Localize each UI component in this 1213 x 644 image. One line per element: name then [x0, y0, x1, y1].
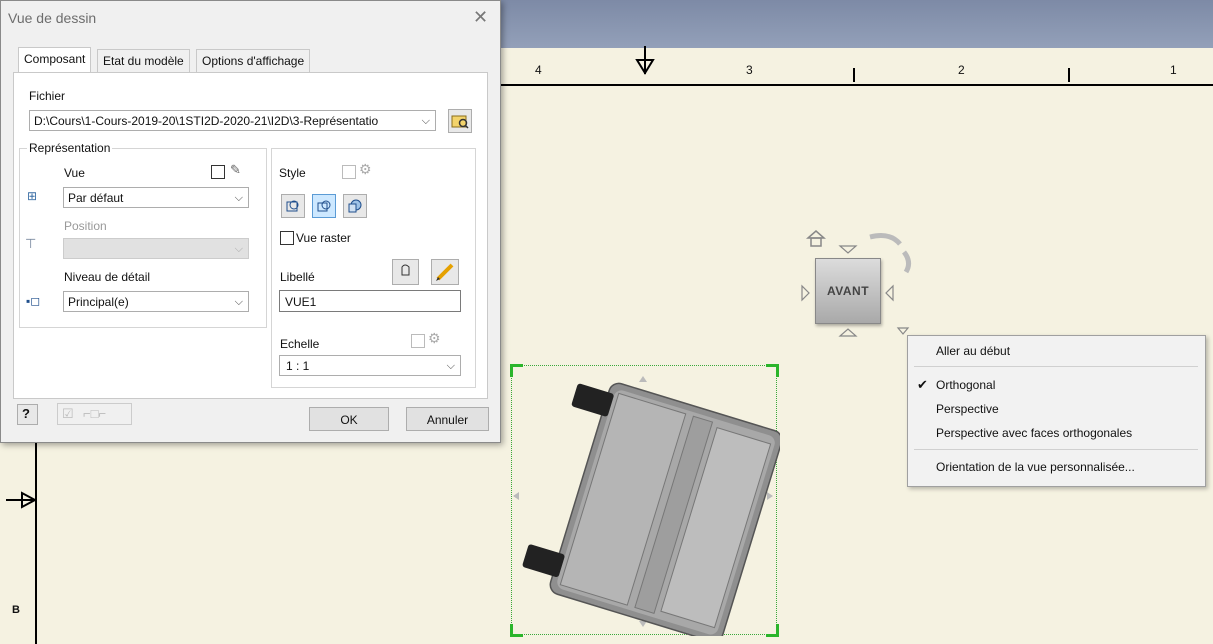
tab-composant[interactable]: Composant [18, 47, 92, 73]
position-label: Position [64, 219, 107, 233]
position-select[interactable]: ⌵ [63, 238, 249, 259]
vue-value: Par défaut [68, 191, 124, 205]
shaded-icon [348, 199, 362, 213]
part-model-render[interactable] [505, 366, 780, 636]
checkmark-icon: ☑ [62, 406, 74, 421]
file-path-value: D:\Cours\1-Cours-2019-20\1STI2D-2020-21\… [34, 114, 379, 128]
drawing-view-dialog: Vue de dessin ✕ Composant Etat du modèle… [0, 0, 501, 443]
detail-level-value: Principal(e) [68, 295, 129, 309]
glasses-icon: ⌐□⌐ [83, 406, 107, 421]
position-rep-icon: ⊤ [25, 236, 37, 251]
preview-toggle-button[interactable]: ☑ ⌐□⌐ [57, 403, 132, 425]
viewcube[interactable]: AVANT [815, 258, 881, 324]
style-hidden-lines-removed-button[interactable] [312, 194, 336, 218]
label-input-value: VUE1 [285, 295, 317, 309]
check-icon: ✔ [917, 377, 928, 392]
menu-item-perspective-ortho-faces[interactable]: Perspective avec faces orthogonales [936, 426, 1132, 440]
menu-item-orthogonal[interactable]: Orthogonal [936, 378, 995, 392]
style-label: Style [279, 166, 306, 180]
style-hidden-lines-button[interactable] [281, 194, 305, 218]
scale-link-icon: ⚙ [428, 330, 441, 346]
raster-view-label: Vue raster [296, 231, 351, 245]
menu-separator [914, 449, 1198, 450]
edit-label-button[interactable] [431, 259, 459, 285]
ruler-label-2: 2 [958, 63, 965, 77]
ruler-label-4: 4 [535, 63, 542, 77]
view-rep-icon: ⊞ [27, 189, 38, 203]
pencil-icon [436, 263, 454, 281]
side-center-mark-icon [6, 491, 38, 509]
scale-value: 1 : 1 [286, 359, 310, 373]
vue-select[interactable]: Par défaut ⌵ [63, 187, 249, 208]
folder-search-icon [451, 115, 469, 129]
style-link-icon: ⚙ [359, 161, 372, 177]
detail-level-label: Niveau de détail [64, 270, 151, 284]
tab-panel: Fichier D:\Cours\1-Cours-2019-20\1STI2D-… [13, 72, 488, 399]
help-button[interactable]: ? [17, 404, 38, 425]
cancel-button[interactable]: Annuler [406, 407, 489, 431]
scale-select[interactable]: 1 : 1 ⌵ [279, 355, 461, 376]
file-path-select[interactable]: D:\Cours\1-Cours-2019-20\1STI2D-2020-21\… [29, 110, 436, 131]
link-icon: ✎ [230, 162, 241, 177]
arrow-left-icon [801, 284, 810, 302]
home-icon [806, 230, 826, 247]
detail-level-select[interactable]: Principal(e) ⌵ [63, 291, 249, 312]
vue-associative-checkbox[interactable] [211, 165, 225, 179]
ruler-label-3: 3 [746, 63, 753, 77]
dialog-title: Vue de dessin [8, 10, 97, 26]
file-label: Fichier [29, 89, 66, 103]
arrow-bottom-icon [838, 328, 858, 337]
ok-button[interactable]: OK [309, 407, 389, 431]
lightbulb-icon [401, 264, 410, 276]
vue-label: Vue [64, 166, 85, 180]
label-visibility-button[interactable] [392, 259, 419, 285]
menu-item-home[interactable]: Aller au début [936, 344, 1010, 358]
sheet-zone-letter: B [12, 604, 20, 616]
ruler-tick [1068, 68, 1070, 82]
viewcube-context-menu: Aller au début ✔ Orthogonal Perspective … [907, 335, 1206, 487]
scale-associative-checkbox[interactable] [411, 334, 425, 348]
viewcube-menu-icon [896, 327, 910, 335]
raster-view-checkbox[interactable] [280, 231, 294, 245]
tab-etat-modele[interactable]: Etat du modèle [97, 49, 190, 72]
menu-item-custom-orientation[interactable]: Orientation de la vue personnalisée... [936, 460, 1135, 474]
style-shaded-button[interactable] [343, 194, 367, 218]
chevron-down-icon: ⌵ [234, 192, 243, 204]
ruler-label-1: 1 [1170, 63, 1177, 77]
chevron-down-icon: ⌵ [446, 360, 455, 372]
center-mark-arrow-icon [635, 46, 655, 75]
chevron-down-icon: ⌵ [234, 243, 243, 255]
viewcube-face-label[interactable]: AVANT [816, 284, 880, 298]
label-input[interactable]: VUE1 [279, 290, 461, 312]
menu-item-perspective[interactable]: Perspective [936, 402, 999, 416]
close-icon[interactable]: ✕ [473, 7, 488, 28]
visible-lines-icon [317, 200, 331, 212]
style-associative-checkbox[interactable] [342, 165, 356, 179]
menu-separator [914, 366, 1198, 367]
browse-file-button[interactable] [448, 109, 472, 133]
chevron-down-icon: ⌵ [421, 115, 430, 127]
label-field-label: Libellé [280, 270, 315, 284]
hidden-lines-icon [286, 200, 299, 212]
tab-options-affichage[interactable]: Options d'affichage [196, 49, 311, 72]
representation-group-label: Représentation [27, 141, 113, 155]
help-icon: ? [22, 406, 30, 421]
scale-label: Echelle [280, 337, 320, 351]
arrow-top-icon [838, 245, 858, 254]
sheet-border-line [35, 440, 37, 644]
ruler-tick [853, 68, 855, 82]
chevron-down-icon: ⌵ [234, 296, 243, 308]
detail-level-icon: ▪◻ [26, 294, 41, 308]
arrow-right-icon [885, 284, 894, 302]
